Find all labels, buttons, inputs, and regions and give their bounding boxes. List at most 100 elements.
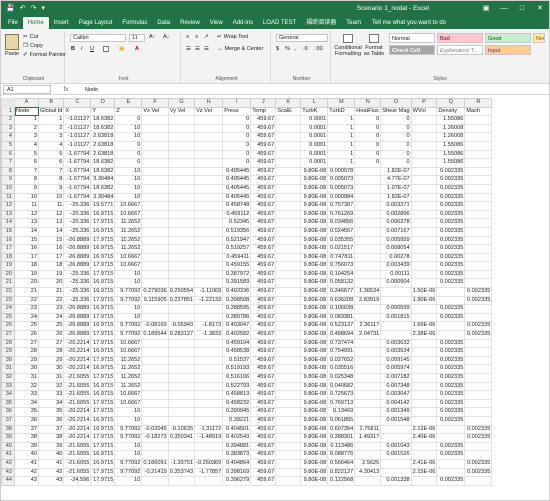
cell[interactable] <box>275 235 302 246</box>
cell[interactable] <box>141 166 169 177</box>
cell[interactable]: -25.336 <box>63 269 92 280</box>
cell[interactable]: 0.002335 <box>436 355 466 366</box>
cell[interactable] <box>410 252 438 263</box>
cell[interactable]: 459.67 <box>250 441 277 452</box>
cell[interactable] <box>141 252 169 263</box>
cell[interactable]: 29 <box>14 355 39 366</box>
cell[interactable] <box>464 476 493 486</box>
cell[interactable]: 0.003439 <box>380 261 412 271</box>
cell[interactable]: 2.36117 <box>354 321 382 332</box>
cell[interactable]: 11.2652 <box>114 244 143 254</box>
cell[interactable] <box>141 304 169 314</box>
cell[interactable]: 12 <box>14 209 39 220</box>
cell[interactable]: 9.80E-08 <box>300 424 329 435</box>
cell[interactable]: 16.9715 <box>90 252 116 263</box>
cell[interactable]: 2.12E-06 <box>410 424 438 435</box>
cell[interactable] <box>410 261 438 271</box>
cell[interactable]: 459.67 <box>250 424 277 435</box>
cell[interactable]: 41 <box>14 458 39 469</box>
cell[interactable]: Mach <box>464 106 493 117</box>
cell[interactable] <box>275 467 302 478</box>
cell[interactable]: 0.459155 <box>222 261 252 271</box>
cell[interactable]: 0.002896 <box>380 209 412 220</box>
cell[interactable] <box>464 278 493 289</box>
cell[interactable] <box>167 407 196 417</box>
cell[interactable]: 1.26008 <box>436 123 466 134</box>
cell[interactable] <box>410 166 438 177</box>
cell[interactable]: 0.390045 <box>222 407 252 417</box>
cell[interactable]: 0 <box>354 115 382 125</box>
cell[interactable]: -0.18273 <box>141 433 169 443</box>
cell[interactable]: 9.80E-08 <box>300 252 329 263</box>
cell[interactable]: 0.002335 <box>464 321 493 332</box>
cell[interactable]: 1 <box>327 123 356 134</box>
cell[interactable] <box>410 373 438 383</box>
cell[interactable]: -1.67794 <box>63 175 92 185</box>
copy-button[interactable]: ❐ Copy <box>23 43 43 49</box>
cell[interactable]: 30 <box>14 364 39 374</box>
column-header[interactable]: D <box>90 98 116 108</box>
cell[interactable]: 10 <box>114 192 143 203</box>
cell[interactable] <box>464 183 493 194</box>
cell[interactable]: 1 <box>37 115 65 125</box>
cell[interactable] <box>410 132 438 142</box>
cell[interactable]: 17.9715 <box>90 312 116 323</box>
cell[interactable]: 2.40E-06 <box>410 433 438 443</box>
cell[interactable]: 0.002335 <box>464 424 493 435</box>
cell[interactable]: Vz Vel <box>194 106 224 117</box>
cell[interactable]: 19 <box>37 269 65 280</box>
cell[interactable]: 36 <box>37 415 65 426</box>
cell[interactable]: 2 <box>37 123 65 134</box>
cell[interactable]: 459.67 <box>250 115 277 125</box>
cell[interactable]: 16.9715 <box>90 415 116 426</box>
cell[interactable]: 0.000904 <box>380 278 412 289</box>
cell[interactable] <box>275 149 302 160</box>
cell[interactable] <box>464 261 493 271</box>
cell[interactable]: -21.6055 <box>63 467 92 478</box>
cell[interactable] <box>410 140 438 151</box>
cell[interactable]: 9.80E-08 <box>300 441 329 452</box>
cell[interactable] <box>194 115 224 125</box>
cell[interactable]: 22 <box>37 295 65 306</box>
cell[interactable]: 0.088776 <box>327 450 356 460</box>
cell[interactable]: 0 <box>380 158 412 168</box>
cell[interactable]: 0.040682 <box>327 381 356 392</box>
cell[interactable]: 0.002335 <box>436 192 466 203</box>
cell[interactable]: 0.523137 <box>327 321 356 332</box>
cell[interactable]: -0.10635 <box>167 424 196 435</box>
cell[interactable]: 9.80E-08 <box>300 338 329 349</box>
cell[interactable]: 3 <box>37 132 65 142</box>
cell[interactable] <box>436 295 466 306</box>
cell[interactable] <box>275 226 302 237</box>
cell[interactable]: 0.058132 <box>327 278 356 289</box>
cell[interactable]: 0.00278 <box>380 252 412 263</box>
row-header[interactable]: 43 <box>1 467 15 478</box>
cell[interactable] <box>275 295 302 306</box>
merge-center-button[interactable]: ↔ Merge & Center <box>217 46 263 52</box>
style-input[interactable]: Input <box>485 45 531 55</box>
cell[interactable] <box>410 278 438 289</box>
row-header[interactable]: 8 <box>1 166 15 177</box>
cut-button[interactable]: ✂ Cut <box>23 34 38 40</box>
cell[interactable]: 15 <box>37 235 65 246</box>
cell[interactable]: 16 <box>37 244 65 254</box>
cell[interactable] <box>410 304 438 314</box>
cell[interactable]: 31 <box>14 373 39 383</box>
cell[interactable] <box>354 235 382 246</box>
row-header[interactable]: 44 <box>1 476 15 486</box>
cell[interactable] <box>464 218 493 228</box>
cell[interactable] <box>410 338 438 349</box>
cell[interactable]: 459.67 <box>250 175 277 185</box>
cell[interactable]: 11 <box>37 201 65 211</box>
orientation-icon[interactable]: ↗ <box>204 34 209 40</box>
cell[interactable] <box>275 252 302 263</box>
row-header[interactable]: 39 <box>1 433 15 443</box>
cell[interactable]: -24.596 <box>63 476 92 486</box>
cell[interactable]: 0.189544 <box>141 330 169 340</box>
cell[interactable]: 4 <box>37 140 65 151</box>
cell[interactable] <box>464 226 493 237</box>
cell[interactable] <box>410 115 438 125</box>
cell[interactable] <box>167 261 196 271</box>
shrink-font-icon[interactable]: A↓ <box>163 34 169 40</box>
cell[interactable]: 1 <box>327 158 356 168</box>
